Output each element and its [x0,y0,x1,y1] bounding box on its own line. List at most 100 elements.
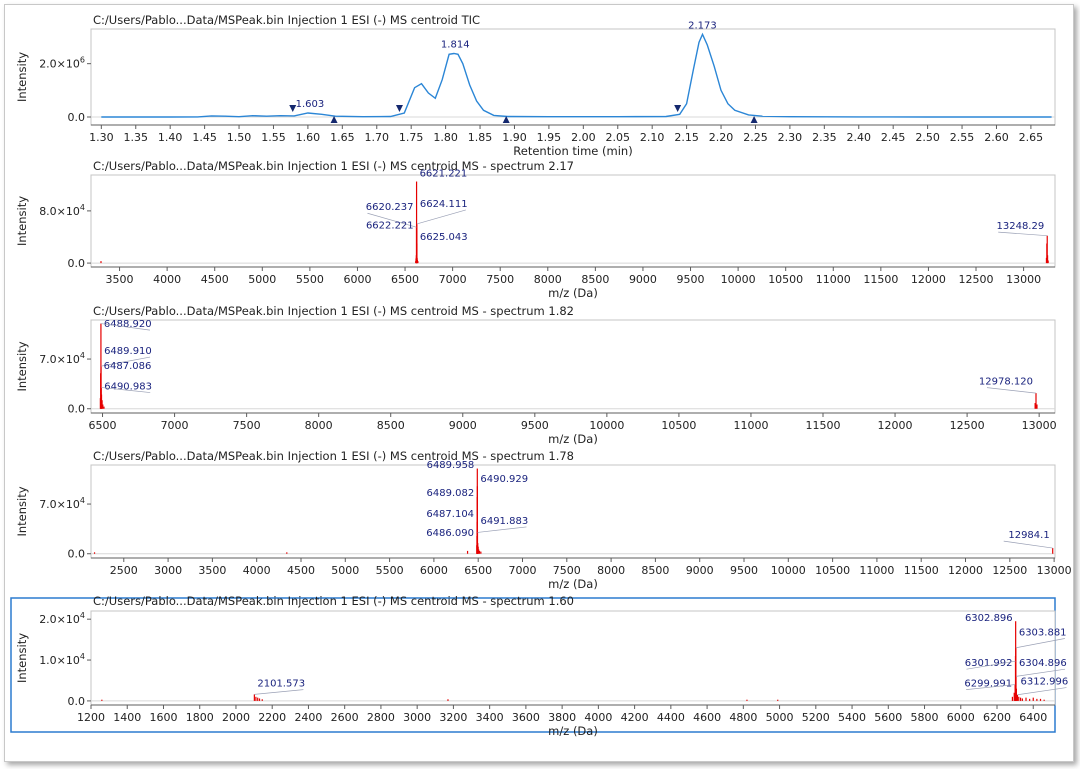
x-tick-label: 5500 [376,564,404,577]
panel-title: C:/Users/Pablo...Data/MSPeak.bin Injecti… [93,594,574,608]
peak-label: 2101.573 [257,679,305,690]
plot-area [90,610,1056,706]
x-tick-label: 13000 [1006,273,1041,286]
x-tick-label: 4500 [287,564,315,577]
y-tick-label: 0.0 [68,257,86,270]
peak-label: 6301.992 [965,658,1013,669]
x-tick-label: 1.85 [468,131,493,144]
y-tick-label: 2.0×106 [39,56,85,71]
panel-title: C:/Users/Pablo...Data/MSPeak.bin Injecti… [93,159,574,173]
x-tick-label: 1.70 [365,131,390,144]
x-tick-label: 1400 [113,711,141,724]
y-axis-label: Intensity [15,341,29,391]
x-tick-label: 3600 [512,711,540,724]
x-tick-label: 2.60 [984,131,1009,144]
x-tick-label: 1.35 [124,131,149,144]
x-tick-label: 4000 [584,711,612,724]
chart-panel-1[interactable]: C:/Users/Pablo...Data/MSPeak.bin Injecti… [15,13,1056,158]
x-tick-label: 3000 [403,711,431,724]
x-tick-label: 2000 [222,711,250,724]
x-tick-label: 5500 [296,273,324,286]
x-tick-label: 6000 [420,564,448,577]
chart-panel-4[interactable]: C:/Users/Pablo...Data/MSPeak.bin Injecti… [15,449,1072,591]
x-tick-label: 10500 [768,273,803,286]
x-tick-label: 12000 [911,273,946,286]
x-tick-label: 2.50 [915,131,940,144]
x-tick-label: 11500 [863,273,898,286]
x-tick-label: 10000 [771,564,806,577]
x-tick-label: 13000 [1037,564,1072,577]
x-axis-label: m/z (Da) [548,577,598,591]
x-tick-label: 2500 [110,564,138,577]
x-tick-label: 10000 [589,419,624,432]
y-tick-label: 0.0 [68,548,86,561]
peak-label: 6490.983 [104,382,152,393]
chart-panel-5[interactable]: C:/Users/Pablo...Data/MSPeak.bin Injecti… [10,594,1068,738]
y-tick-label: 7.0×104 [39,496,85,511]
x-tick-label: 1.75 [399,131,424,144]
plot-area [90,174,1056,268]
x-tick-label: 7000 [508,564,536,577]
panel-title: C:/Users/Pablo...Data/MSPeak.bin Injecti… [93,304,574,318]
chart-canvas: C:/Users/Pablo...Data/MSPeak.bin Injecti… [10,13,1072,738]
x-tick-label: 9500 [677,273,705,286]
x-tick-label: 7500 [553,564,581,577]
peak-label: 6622.221 [366,221,414,232]
x-tick-label: 1600 [149,711,177,724]
x-tick-label: 2.35 [812,131,837,144]
peak-label: 2.173 [688,20,717,31]
x-tick-label: 6000 [343,273,371,286]
x-tick-label: 5800 [911,711,939,724]
x-tick-label: 6400 [1019,711,1047,724]
x-tick-label: 12000 [878,419,913,432]
x-tick-label: 9000 [629,273,657,286]
y-axis-label: Intensity [15,196,29,246]
x-tick-label: 9500 [730,564,758,577]
x-axis-label: Retention time (min) [513,144,632,158]
peak-label: 6303.881 [1019,628,1067,639]
chart-panel-3[interactable]: C:/Users/Pablo...Data/MSPeak.bin Injecti… [15,304,1057,446]
x-tick-label: 8500 [377,419,405,432]
x-tick-label: 11500 [806,419,841,432]
x-tick-label: 8000 [305,419,333,432]
chart-panel-2[interactable]: C:/Users/Pablo...Data/MSPeak.bin Injecti… [15,159,1056,300]
x-tick-label: 3800 [548,711,576,724]
x-tick-label: 2.65 [1019,131,1044,144]
peak-label: 6489.958 [427,460,475,471]
x-tick-label: 1.95 [537,131,562,144]
x-axis-label: m/z (Da) [548,432,598,446]
x-tick-label: 2.00 [571,131,596,144]
x-tick-label: 3200 [439,711,467,724]
x-tick-label: 12000 [948,564,983,577]
x-tick-label: 2.25 [743,131,768,144]
x-tick-label: 2.40 [847,131,872,144]
x-tick-label: 1.30 [89,131,114,144]
peak-label: 1.814 [441,40,470,51]
x-tick-label: 8000 [534,273,562,286]
x-tick-label: 5000 [248,273,276,286]
x-tick-label: 12500 [950,419,985,432]
x-tick-label: 11000 [733,419,768,432]
peak-label: 6487.104 [426,509,474,520]
peak-label: 12984.1 [1008,530,1049,541]
peak-label: 12978.120 [979,377,1033,388]
x-tick-label: 8000 [597,564,625,577]
y-tick-label: 2.0×104 [39,611,85,626]
x-tick-label: 5000 [331,564,359,577]
peak-label: 1.603 [296,99,325,110]
peak-label: 6620.237 [366,202,414,213]
x-tick-label: 4000 [153,273,181,286]
plot-area [90,28,1056,126]
x-tick-label: 4400 [657,711,685,724]
x-tick-label: 1.40 [158,131,183,144]
x-tick-label: 2.45 [881,131,906,144]
x-tick-label: 1.65 [330,131,355,144]
x-tick-label: 1200 [77,711,105,724]
x-tick-label: 5000 [766,711,794,724]
x-tick-label: 9000 [686,564,714,577]
x-tick-label: 11000 [816,273,851,286]
peak-label: 6621.221 [420,168,468,179]
x-tick-label: 4800 [729,711,757,724]
peak-label: 6487.086 [104,361,152,372]
x-tick-label: 1.50 [227,131,252,144]
